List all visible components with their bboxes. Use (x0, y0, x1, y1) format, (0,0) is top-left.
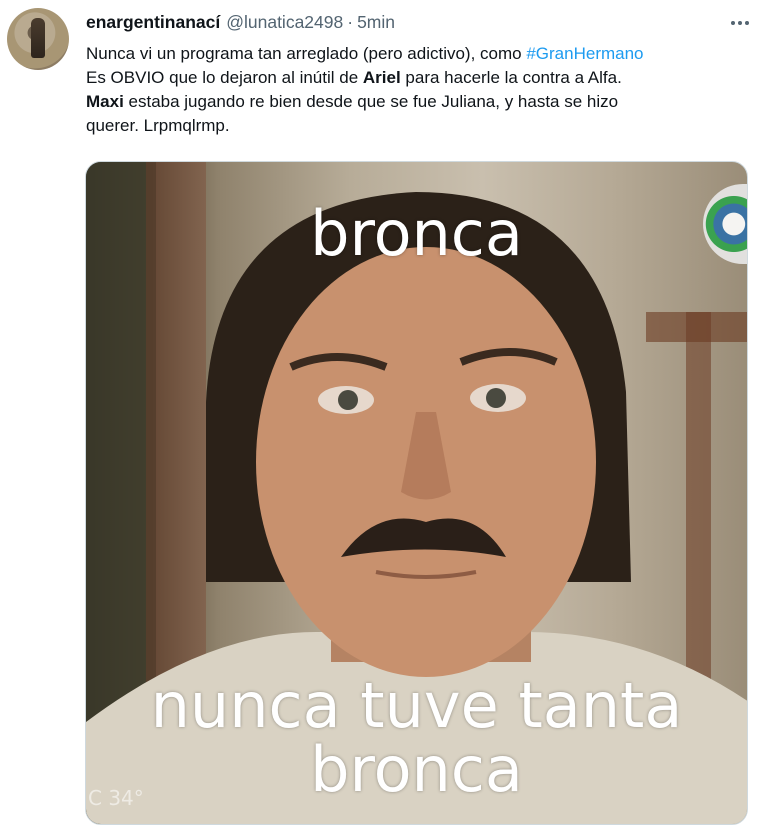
tweet-text-line-4: querer. Lrpmqlrmp. (86, 116, 230, 135)
text-segment: Nunca vi un programa tan arreglado (pero… (86, 44, 527, 63)
tweet-media-image[interactable]: bronca nunca tuve tanta bronca C 34° (85, 161, 748, 825)
tweet-text-line-3: Maxi estaba jugando re bien desde que se… (86, 90, 756, 114)
user-handle[interactable]: @lunatica2498 (226, 12, 343, 33)
tweet-header: enargentinanací @lunatica2498 · 5min (86, 10, 395, 34)
more-dots-icon[interactable] (727, 10, 753, 36)
dot-3 (745, 21, 749, 25)
bold-name-ariel: Ariel (362, 68, 401, 87)
text-segment: estaba jugando re bien desde que se fue … (123, 92, 619, 111)
dot-1 (731, 21, 735, 25)
avatar[interactable] (7, 8, 69, 70)
text-segment: para hacerle la contra a Alfa. (400, 68, 622, 87)
hashtag-link[interactable]: #GranHermano (526, 44, 643, 63)
display-name[interactable]: enargentinanací (86, 12, 220, 33)
bold-name-maxi: Maxi (86, 92, 124, 111)
video-watermark: C 34° (88, 786, 144, 810)
tweet-text-line-1: Nunca vi un programa tan arreglado (pero… (86, 42, 756, 66)
tweet-text: Nunca vi un programa tan arreglado (pero… (86, 42, 756, 138)
meme-caption-bottom-line-1: nunca tuve tanta (150, 669, 683, 742)
avatar-figure (31, 18, 45, 58)
meme-caption-bottom-line-2: bronca (310, 733, 523, 806)
tweet[interactable]: enargentinanací @lunatica2498 · 5min Nun… (0, 0, 767, 832)
text-segment: Es OBVIO que lo dejaron al inútil de (86, 68, 363, 87)
dot-2 (738, 21, 742, 25)
tweet-text-line-2: Es OBVIO que lo dejaron al inútil de Ari… (86, 66, 756, 90)
meme-caption-top: bronca (310, 197, 523, 270)
timestamp[interactable]: 5min (357, 12, 395, 33)
meme-caption-bottom: nunca tuve tanta bronca (86, 674, 747, 802)
separator-dot: · (347, 11, 354, 32)
